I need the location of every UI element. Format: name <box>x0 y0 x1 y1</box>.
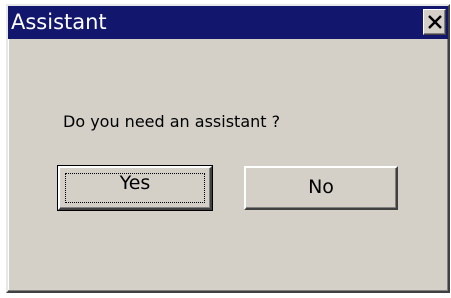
assistant-dialog: Assistant Do you need an assistant ? Yes… <box>6 4 450 293</box>
yes-button[interactable]: Yes <box>57 165 213 211</box>
title-bar[interactable]: Assistant <box>8 6 448 39</box>
dialog-title: Assistant <box>11 10 107 34</box>
dialog-message: Do you need an assistant ? <box>63 112 281 131</box>
close-icon <box>428 15 442 29</box>
no-button-label: No <box>308 176 334 198</box>
no-button[interactable]: No <box>244 166 398 210</box>
yes-button-label: Yes <box>119 172 151 194</box>
close-button[interactable] <box>423 9 446 35</box>
